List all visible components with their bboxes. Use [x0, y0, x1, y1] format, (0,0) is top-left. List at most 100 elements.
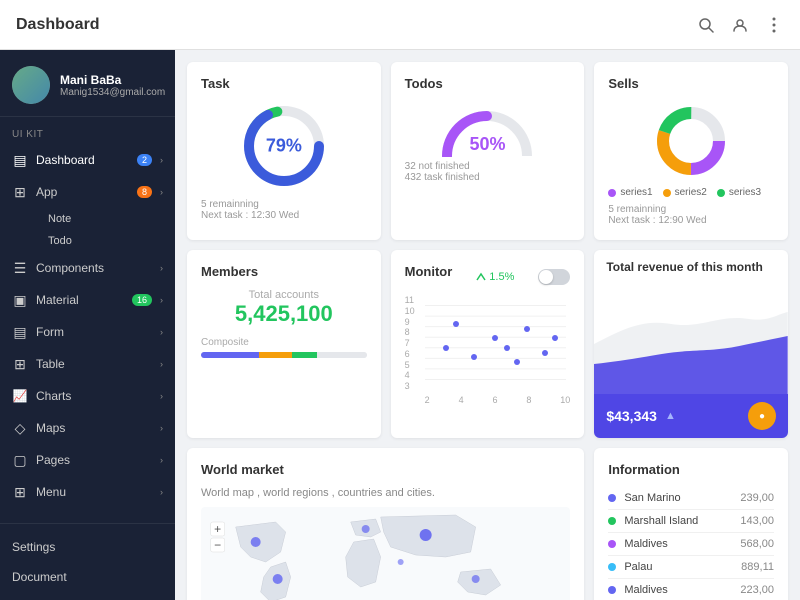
scatter-dot	[453, 321, 459, 327]
sidebar-item-pages[interactable]: ▢ Pages ›	[0, 444, 175, 476]
scatter-dot	[542, 350, 548, 356]
info-dot	[608, 517, 616, 525]
user-name: Mani BaBa	[60, 73, 165, 87]
task-chart: 79%	[201, 101, 367, 191]
task-percent: 79%	[266, 136, 302, 157]
sidebar-item-label: Maps	[36, 421, 152, 435]
todos-card: Todos 50% 32 not finished 432 task finis…	[391, 62, 585, 240]
sidebar-item-menu[interactable]: ⊞ Menu ›	[0, 476, 175, 508]
dashboard-badge: 2	[137, 154, 152, 166]
info-row: Maldives 223,00	[608, 579, 774, 600]
sidebar-item-charts[interactable]: 📈 Charts ›	[0, 380, 175, 412]
sidebar-item-dashboard[interactable]: ▤ Dashboard 2 ›	[0, 144, 175, 176]
scatter-dot	[504, 345, 510, 351]
sidebar-item-label: Charts	[36, 389, 152, 403]
task-title: Task	[201, 76, 367, 91]
info-row: Palau 889,11	[608, 556, 774, 579]
info-country: Maldives	[624, 584, 740, 596]
scatter-x-axis: 246810	[425, 395, 571, 405]
material-icon: ▣	[12, 292, 28, 308]
dashboard-icon: ▤	[12, 152, 28, 168]
sidebar-item-label: Dashboard	[36, 153, 129, 167]
revenue-trend: ▲	[665, 410, 676, 422]
todos-percent: 50%	[469, 134, 505, 155]
task-remaining: 5 remainning	[201, 199, 367, 210]
info-value: 223,00	[740, 584, 774, 596]
monitor-toggle[interactable]	[538, 269, 570, 285]
sidebar-item-table[interactable]: ⊞ Table ›	[0, 348, 175, 380]
sidebar-item-maps[interactable]: ◇ Maps ›	[0, 412, 175, 444]
sells-remaining: 5 remainning	[608, 204, 774, 215]
series1-label: series1	[620, 187, 652, 198]
info-value: 239,00	[740, 492, 774, 504]
page-title: Dashboard	[16, 16, 696, 34]
sidebar-bottom: Settings Document	[0, 523, 175, 600]
info-dot	[608, 586, 616, 594]
scatter-dot	[471, 354, 477, 360]
members-title: Members	[201, 264, 367, 279]
user-info: Mani BaBa Manig1534@gmail.com	[60, 73, 165, 98]
scatter-dot	[552, 335, 558, 341]
revenue-chart	[594, 274, 788, 394]
scatter-dot	[524, 326, 530, 332]
members-total-label: Total accounts	[201, 289, 367, 301]
sidebar-item-todo[interactable]: Todo	[36, 230, 175, 252]
scatter-y-axis: 11109876543	[405, 295, 415, 391]
members-total-value: 5,425,100	[201, 301, 367, 327]
todos-footer: 32 not finished 432 task finished	[405, 161, 571, 183]
sidebar-item-document[interactable]: Document	[0, 562, 175, 592]
info-value: 568,00	[740, 538, 774, 550]
topbar-actions	[696, 15, 784, 35]
revenue-bottom: $43,343 ▲ ●	[594, 394, 788, 438]
maps-icon: ◇	[12, 420, 28, 436]
information-card: Information San Marino 239,00 Marshall I…	[594, 448, 788, 600]
scatter-plot: 11109876543	[405, 295, 571, 405]
info-dot	[608, 540, 616, 548]
sidebar-item-note[interactable]: Note	[36, 208, 175, 230]
info-value: 889,11	[741, 561, 774, 573]
revenue-card: Total revenue of this month $43,343 ▲ ●	[594, 250, 788, 438]
search-icon[interactable]	[696, 15, 716, 35]
monitor-trend: 1.5%	[476, 271, 514, 283]
sidebar: Mani BaBa Manig1534@gmail.com ▼ Ui Kit ▤…	[0, 50, 175, 600]
composite-label: Composite	[201, 337, 367, 348]
sidebar-item-components[interactable]: ☰ Components ›	[0, 252, 175, 284]
sidebar-item-material[interactable]: ▣ Material 16 ›	[0, 284, 175, 316]
charts-icon: 📈	[12, 388, 28, 404]
info-row: Marshall Island 143,00	[608, 510, 774, 533]
avatar	[12, 66, 50, 104]
app-badge: 8	[137, 186, 152, 198]
sidebar-item-label: Components	[36, 261, 152, 275]
form-icon: ▤	[12, 324, 28, 340]
composite-bar	[201, 352, 367, 358]
scatter-area	[425, 295, 567, 391]
sidebar-item-settings[interactable]: Settings	[0, 532, 175, 562]
scatter-dot	[492, 335, 498, 341]
sidebar-item-label: Material	[36, 293, 124, 307]
series2-label: series2	[675, 187, 707, 198]
components-icon: ☰	[12, 260, 28, 276]
account-icon[interactable]	[730, 15, 750, 35]
pages-icon: ▢	[12, 452, 28, 468]
sells-footer: 5 remainning Next task : 12:90 Wed	[608, 204, 774, 226]
information-rows: San Marino 239,00 Marshall Island 143,00…	[608, 487, 774, 600]
svg-text:+: +	[214, 522, 221, 536]
sells-title: Sells	[608, 76, 774, 91]
revenue-title: Total revenue of this month	[594, 250, 788, 274]
monitor-title: Monitor	[405, 264, 453, 279]
sidebar-item-form[interactable]: ▤ Form ›	[0, 316, 175, 348]
sidebar-item-label: Form	[36, 325, 152, 339]
scatter-dot	[514, 359, 520, 365]
sidebar-item-app[interactable]: ⊞ App 8 ›	[0, 176, 175, 208]
app-layout: Mani BaBa Manig1534@gmail.com ▼ Ui Kit ▤…	[0, 50, 800, 600]
main-content: Task 79% 5 remainning Next task : 12:30 …	[175, 50, 800, 600]
task-next: Next task : 12:30 Wed	[201, 210, 367, 221]
sidebar-item-label: Table	[36, 357, 152, 371]
more-icon[interactable]	[764, 15, 784, 35]
info-country: Palau	[624, 561, 741, 573]
task-footer: 5 remainning Next task : 12:30 Wed	[201, 199, 367, 221]
sidebar-section-label: Ui Kit	[0, 117, 175, 144]
material-badge: 16	[132, 294, 152, 306]
info-row: Maldives 568,00	[608, 533, 774, 556]
todo-label: Todo	[48, 235, 163, 247]
